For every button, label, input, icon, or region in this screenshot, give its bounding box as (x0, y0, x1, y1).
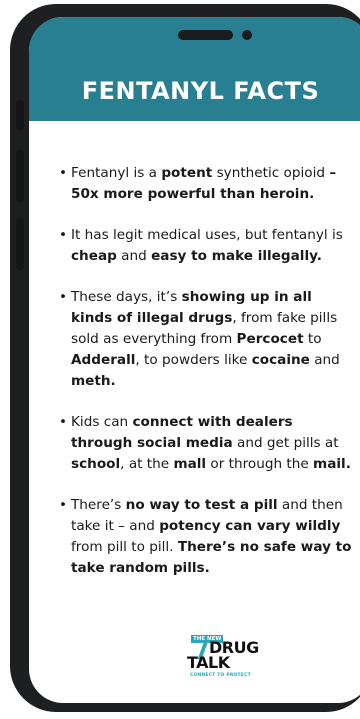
the-new-drug-talk-logo: THE NEW DRUG TALK CONNECT TO PROTECT (179, 635, 259, 685)
header-banner: FENTANYL FACTS (29, 17, 360, 121)
fact-text-bold: no way to test a pill (125, 497, 278, 513)
fact-text-bold: Adderall (71, 352, 136, 368)
fact-text: or through the (206, 456, 314, 472)
logo-subtitle: CONNECT TO PROTECT (190, 673, 251, 678)
fact-text-bold: Percocet (236, 331, 304, 347)
fact-text: Fentanyl is a (71, 165, 162, 181)
phone-frame: FENTANYL FACTS Fentanyl is a potent synt… (10, 4, 360, 712)
fact-text-bold: mall (173, 456, 207, 472)
fact-text-bold: mail. (313, 456, 351, 472)
side-button-silent (16, 100, 24, 130)
fact-item: These days, it’s showing up in all kinds… (59, 287, 355, 392)
fact-text: , to powders like (135, 352, 252, 368)
fact-text: These days, it’s (71, 289, 182, 305)
side-button-volume-up (16, 150, 24, 202)
fact-text-bold: meth. (71, 373, 116, 389)
fact-text-bold: cheap (71, 248, 117, 264)
fact-text: from pill to pill. (71, 539, 178, 555)
logo-line2: TALK (187, 653, 230, 672)
fact-text-bold: potency can vary wildly (159, 518, 341, 534)
fact-text: and (309, 352, 340, 368)
phone-screen: FENTANYL FACTS Fentanyl is a potent synt… (29, 17, 360, 703)
fact-text: , at the (120, 456, 174, 472)
fact-text: synthetic opioid (212, 165, 330, 181)
fact-text: and (116, 248, 152, 264)
fact-item: Kids can connect with dealers through so… (59, 412, 355, 475)
fact-text-bold: potent (161, 165, 213, 181)
fact-item: It has legit medical uses, but fentanyl … (59, 225, 355, 267)
fact-text: There’s (71, 497, 126, 513)
speaker-notch (178, 30, 233, 40)
facts-list: Fentanyl is a potent synthetic opioid – … (59, 163, 355, 599)
page-title: FENTANYL FACTS (81, 77, 320, 105)
fact-item: There’s no way to test a pill and then t… (59, 495, 355, 579)
fact-text-bold: school (71, 456, 121, 472)
side-button-volume-down (16, 218, 24, 270)
fact-item: Fentanyl is a potent synthetic opioid – … (59, 163, 355, 205)
fact-text-bold: easy to make illegally. (151, 248, 322, 264)
fact-text: It has legit medical uses, but fentanyl … (71, 227, 343, 243)
fact-text: Kids can (71, 414, 133, 430)
fact-text-bold: cocaine (251, 352, 310, 368)
fact-text: to (303, 331, 322, 347)
fact-text: and get pills at (232, 435, 339, 451)
camera-dot (242, 30, 252, 40)
